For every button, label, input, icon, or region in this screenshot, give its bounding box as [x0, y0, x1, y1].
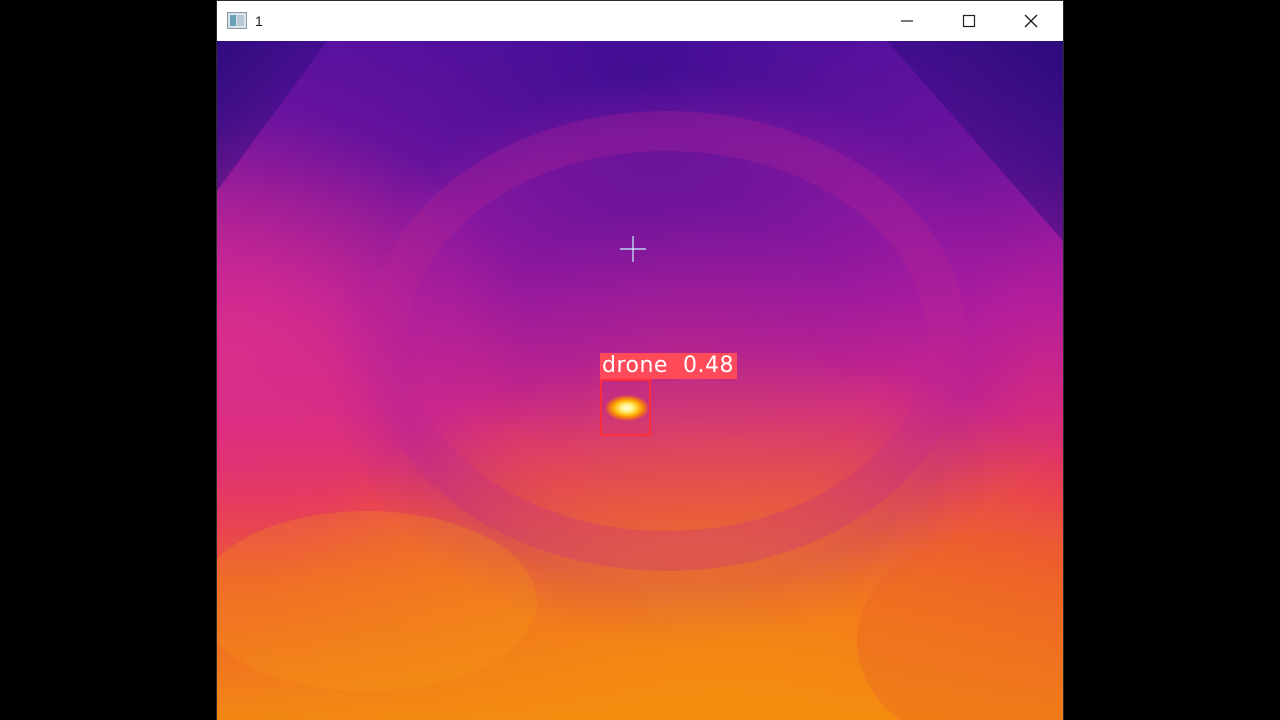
title-bar[interactable]: 1	[217, 1, 1063, 41]
crosshair-icon	[620, 236, 646, 262]
maximize-icon	[962, 14, 976, 28]
detection-bounding-box	[600, 379, 651, 436]
image-viewer-window: 1 drone 0.48	[217, 1, 1063, 720]
close-icon	[1024, 14, 1038, 28]
window-title: 1	[255, 13, 263, 29]
thermal-image-view[interactable]: drone 0.48	[217, 41, 1063, 720]
detection-label: drone 0.48	[600, 353, 737, 379]
close-button[interactable]	[1003, 1, 1059, 41]
minimize-button[interactable]	[879, 1, 935, 41]
minimize-icon	[900, 14, 914, 28]
maximize-button[interactable]	[941, 1, 997, 41]
app-window-icon	[227, 12, 247, 29]
detection-confidence: 0.48	[682, 353, 734, 378]
detection-class: drone	[602, 353, 668, 378]
